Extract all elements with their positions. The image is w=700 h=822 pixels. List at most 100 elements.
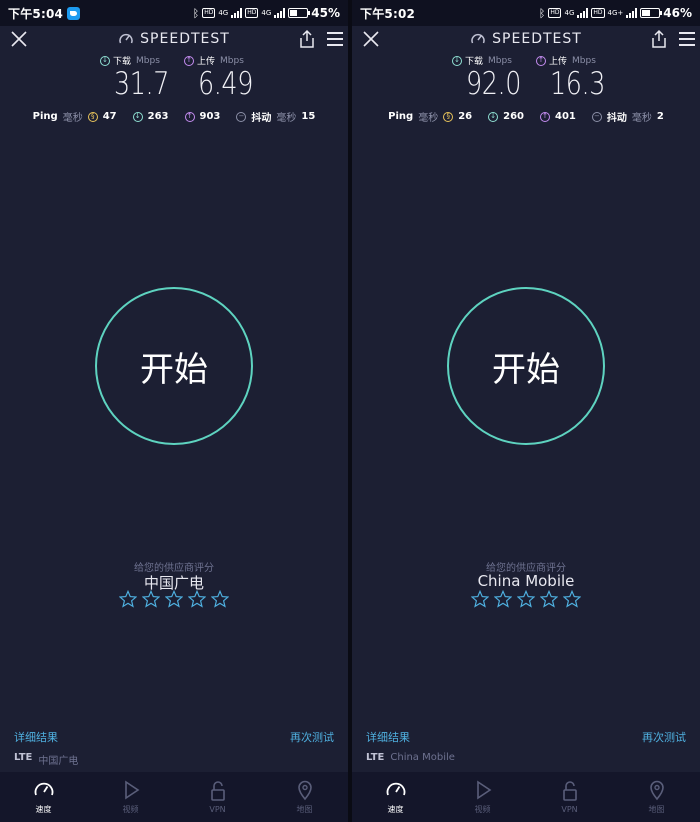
upload-arrow-icon: ↑ — [184, 55, 194, 66]
star-icon[interactable] — [119, 590, 137, 608]
upload-value: 16.3 — [550, 66, 605, 102]
ping-upload-value: 401 — [555, 111, 576, 122]
network-type-icon: 4G — [564, 8, 575, 17]
app-header: SPEEDTEST — [352, 26, 700, 54]
menu-icon[interactable] — [326, 32, 344, 46]
connection-info: LTE 中国广电 — [14, 752, 79, 767]
status-time: 下午5:04 — [8, 6, 64, 21]
nav-vpn[interactable]: VPN — [526, 772, 613, 822]
battery-percent: 45% — [311, 6, 340, 20]
start-button[interactable]: 开始 — [447, 287, 605, 445]
video-icon — [124, 780, 139, 800]
star-icon[interactable] — [188, 590, 206, 608]
network-type-icon: 4G — [261, 8, 272, 17]
upload-arrow-icon: ↑ — [540, 111, 550, 122]
ping-icon: § — [87, 111, 98, 122]
app-title-text: SPEEDTEST — [140, 31, 230, 47]
star-icon[interactable] — [517, 590, 535, 608]
hd-icon: HD — [591, 8, 605, 18]
speedtest-panel-left: 下午5:04 ᛒ HD 4G HD 4G 45% SPEEDTEST ↓ 下载 … — [0, 0, 348, 822]
speedtest-logo-icon — [471, 33, 485, 44]
jitter-icon: − — [591, 111, 602, 122]
ping-row: Ping 毫秒 § 26 ↓ 260 ↑ 401 − 抖动 毫秒 2 — [388, 111, 664, 124]
star-icon[interactable] — [211, 590, 229, 608]
signal-icon — [274, 8, 286, 18]
nav-speed[interactable]: 速度 — [352, 772, 439, 822]
star-icon[interactable] — [494, 590, 512, 608]
app-header: SPEEDTEST — [0, 26, 348, 54]
star-icon[interactable] — [471, 590, 489, 608]
ping-icon: § — [443, 111, 454, 122]
bottom-nav: 速度 视频 VPN 地图 — [352, 772, 700, 822]
download-arrow-icon: ↓ — [452, 55, 462, 66]
download-value: 92.0 — [466, 66, 521, 102]
status-time: 下午5:02 — [360, 6, 416, 21]
signal-icon — [626, 8, 638, 18]
download-arrow-icon: ↓ — [488, 111, 499, 122]
test-again-link[interactable]: 再次测试 — [290, 729, 334, 745]
app-title-text: SPEEDTEST — [492, 31, 582, 47]
share-icon[interactable] — [298, 29, 316, 49]
ping-value: 26 — [458, 111, 473, 122]
star-icon[interactable] — [540, 590, 558, 608]
hd-icon: HD — [202, 8, 216, 18]
battery-percent: 46% — [663, 6, 692, 20]
detailed-results-link[interactable]: 详细结果 — [14, 729, 58, 745]
status-bar: 下午5:04 ᛒ HD 4G HD 4G 45% — [0, 0, 348, 26]
test-again-link[interactable]: 再次测试 — [642, 729, 686, 745]
hd-icon: HD — [245, 8, 259, 18]
signal-icon — [577, 8, 589, 18]
app-title: SPEEDTEST — [0, 31, 348, 47]
nav-vpn[interactable]: VPN — [174, 772, 261, 822]
nav-map[interactable]: 地图 — [613, 772, 700, 822]
network-type-icon: 4G — [218, 8, 229, 17]
ping-row: Ping 毫秒 § 47 ↓ 263 ↑ 903 − 抖动 毫秒 15 — [32, 111, 316, 124]
battery-icon — [640, 8, 663, 18]
signal-icon — [231, 8, 243, 18]
jitter-value: 2 — [656, 111, 664, 122]
battery-icon — [288, 8, 311, 18]
star-icon[interactable] — [142, 590, 160, 608]
ping-download-value: 260 — [503, 111, 524, 122]
bluetooth-icon: ᛒ — [192, 6, 200, 20]
download-value: 31.7 — [114, 66, 169, 102]
start-button[interactable]: 开始 — [95, 287, 253, 445]
screenshot-comparison: 下午5:04 ᛒ HD 4G HD 4G 45% SPEEDTEST ↓ 下载 … — [0, 0, 700, 822]
nav-map[interactable]: 地图 — [261, 772, 348, 822]
vpn-lock-icon — [562, 781, 577, 801]
speed-icon — [34, 782, 53, 796]
ping-upload-value: 903 — [199, 111, 221, 122]
upload-arrow-icon: ↑ — [536, 55, 546, 66]
rating-stars — [0, 590, 348, 608]
provider-name: China Mobile — [477, 572, 575, 590]
network-type-icon: 4G+ — [607, 8, 624, 17]
speed-icon — [386, 782, 405, 796]
hd-icon: HD — [548, 8, 562, 18]
ping-value: 47 — [102, 111, 117, 122]
app-title: SPEEDTEST — [352, 31, 700, 47]
vpn-lock-icon — [210, 781, 225, 801]
ping-download-value: 263 — [147, 111, 169, 122]
jitter-value: 15 — [301, 111, 316, 122]
download-arrow-icon: ↓ — [132, 111, 143, 122]
star-icon[interactable] — [563, 590, 581, 608]
speedtest-logo-icon — [119, 33, 133, 44]
status-bar: 下午5:02 ᛒ HD 4G HD 4G+ 46% — [352, 0, 700, 26]
video-icon — [476, 780, 491, 800]
connection-info: LTE China Mobile — [366, 752, 455, 763]
upload-arrow-icon: ↑ — [184, 111, 195, 122]
bottom-nav: 速度 视频 VPN 地图 — [0, 772, 348, 822]
download-arrow-icon: ↓ — [100, 55, 110, 66]
nav-speed[interactable]: 速度 — [0, 772, 87, 822]
nav-video[interactable]: 视频 — [87, 772, 174, 822]
twitter-icon — [67, 6, 81, 20]
speedtest-panel-right: 下午5:02 ᛒ HD 4G HD 4G+ 46% SPEEDTEST ↓ 下载… — [352, 0, 700, 822]
nav-video[interactable]: 视频 — [439, 772, 526, 822]
bluetooth-icon: ᛒ — [538, 6, 546, 20]
menu-icon[interactable] — [678, 32, 696, 46]
star-icon[interactable] — [165, 590, 183, 608]
share-icon[interactable] — [650, 29, 668, 49]
detailed-results-link[interactable]: 详细结果 — [366, 729, 410, 745]
upload-value: 6.49 — [198, 66, 253, 102]
map-pin-icon — [297, 780, 312, 801]
